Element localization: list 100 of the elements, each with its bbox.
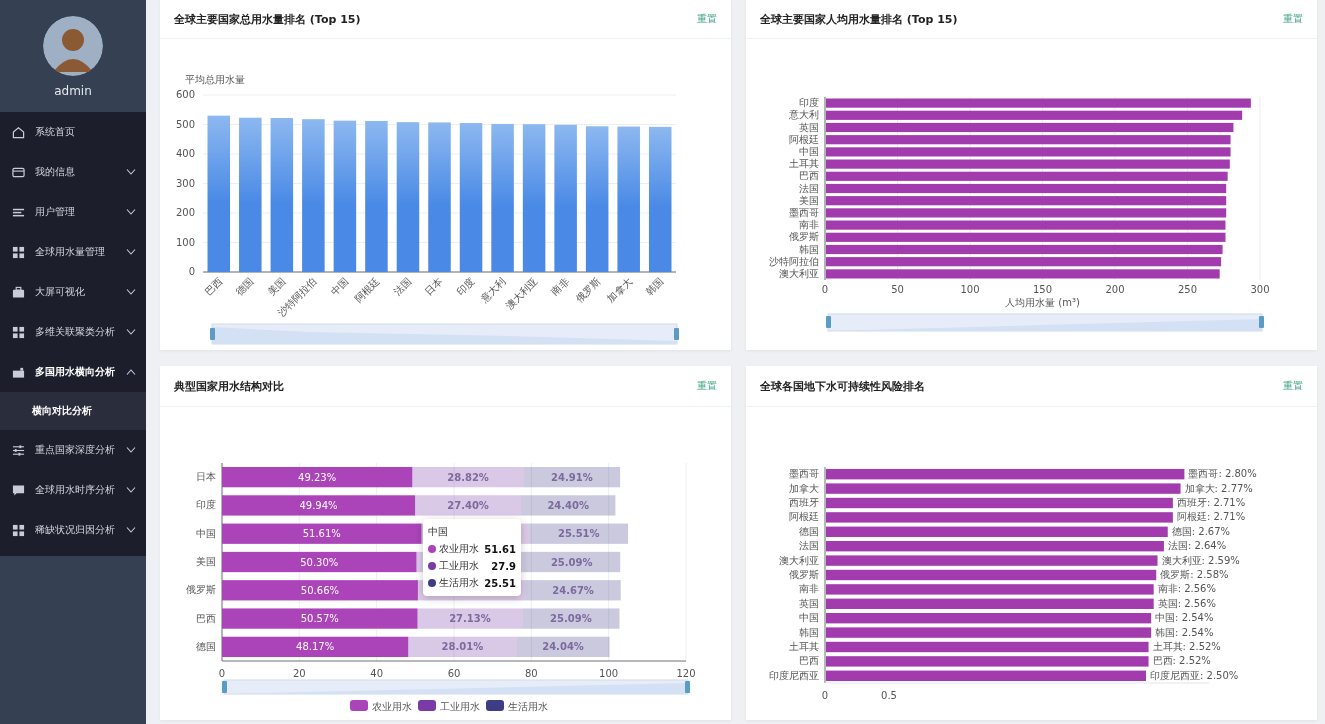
category-label: 沙特阿拉伯 bbox=[769, 255, 819, 267]
tick-label: 0.5 bbox=[881, 690, 897, 701]
category-label: 德国 bbox=[196, 640, 216, 652]
category-label: 中国 bbox=[196, 527, 216, 539]
category-label: 中国 bbox=[799, 612, 819, 624]
value-label: 24.67% bbox=[552, 584, 594, 596]
value-label: 德国: 2.67% bbox=[1171, 525, 1231, 537]
value-label: 28.01% bbox=[441, 641, 484, 653]
value-label: 24.04% bbox=[542, 641, 584, 653]
tooltip-value: 25.51 bbox=[484, 577, 516, 589]
value-label: 土耳其: 2.52% bbox=[1152, 641, 1221, 652]
value-label: 澳大利亚: 2.59% bbox=[1161, 554, 1240, 566]
category-label: 西班牙 bbox=[789, 497, 819, 508]
tick-label: 300 bbox=[1250, 284, 1270, 295]
tick-label: 600 bbox=[175, 89, 195, 100]
category-label: 美国 bbox=[265, 275, 288, 298]
value-label: 49.23% bbox=[298, 471, 337, 483]
value-label: 中国: 2.54% bbox=[1155, 612, 1214, 624]
tooltip-label: 工业用水 bbox=[439, 559, 480, 573]
value-label: 法国: 2.64% bbox=[1167, 540, 1227, 552]
category-label: 俄罗斯 bbox=[573, 275, 603, 305]
category-label: 土耳其 bbox=[789, 641, 819, 652]
tick-label: 0 bbox=[188, 266, 195, 277]
value-label: 28.82% bbox=[447, 471, 489, 483]
category-label: 巴西 bbox=[799, 655, 819, 667]
category-label: 阿根廷 bbox=[789, 511, 819, 523]
category-label: 澳大利亚 bbox=[779, 267, 819, 279]
tick-label: 500 bbox=[175, 118, 195, 130]
tick-label: 100 bbox=[960, 284, 980, 295]
category-label: 中国 bbox=[799, 145, 819, 157]
value-label: 50.66% bbox=[300, 584, 339, 596]
category-label: 巴西 bbox=[799, 170, 819, 182]
category-label: 英国 bbox=[799, 597, 819, 609]
category-label: 英国 bbox=[799, 121, 819, 133]
category-label: 阿根廷 bbox=[352, 275, 382, 305]
tooltip-value: 51.61 bbox=[484, 543, 516, 555]
category-label: 法国 bbox=[799, 182, 819, 194]
tooltip-value: 27.9 bbox=[491, 560, 516, 572]
value-label: 加拿大: 2.77% bbox=[1184, 482, 1253, 494]
category-label: 南非 bbox=[549, 275, 572, 298]
category-label: 澳大利亚 bbox=[779, 554, 819, 566]
category-label: 南非 bbox=[799, 219, 819, 231]
card-title: 典型国家用水结构对比 bbox=[174, 378, 284, 394]
category-label: 印度 bbox=[454, 275, 477, 298]
value-label: 25.09% bbox=[550, 556, 593, 568]
value-label: 24.40% bbox=[547, 499, 590, 511]
category-label: 俄罗斯 bbox=[789, 231, 819, 243]
category-label: 俄罗斯 bbox=[186, 584, 216, 596]
category-label: 意大利 bbox=[789, 109, 819, 121]
tooltip-title: 中国 bbox=[428, 525, 449, 539]
category-label: 日本 bbox=[196, 471, 216, 483]
tick-label: 0 bbox=[821, 690, 829, 701]
category-label: 韩国 bbox=[799, 626, 819, 638]
category-label: 印度 bbox=[799, 97, 819, 109]
value-label: 49.94% bbox=[299, 499, 338, 511]
value-label: 南非: 2.56% bbox=[1157, 583, 1216, 595]
category-label: 南非 bbox=[799, 583, 819, 595]
tick-label: 200 bbox=[1105, 284, 1125, 295]
value-label: 48.17% bbox=[296, 641, 335, 653]
value-label: 51.61% bbox=[302, 528, 341, 540]
tick-label: 20 bbox=[292, 668, 306, 679]
category-label: 韩国 bbox=[799, 243, 819, 255]
category-label: 加拿大 bbox=[789, 482, 819, 494]
value-label: 西班牙: 2.71% bbox=[1176, 497, 1246, 508]
tick-label: 0 bbox=[218, 668, 226, 679]
category-label: 阿根廷 bbox=[789, 133, 819, 145]
tick-label: 250 bbox=[1177, 284, 1198, 295]
tick-label: 40 bbox=[370, 668, 384, 679]
value-label: 印度尼西亚: 2.50% bbox=[1150, 669, 1239, 681]
card-title: 全球主要国家人均用水量排名 (Top 15) bbox=[760, 11, 958, 27]
category-label: 德国 bbox=[233, 275, 256, 298]
category-label: 印度尼西亚 bbox=[769, 669, 819, 681]
tick-label: 80 bbox=[524, 668, 538, 679]
tick-label: 100 bbox=[599, 668, 619, 679]
category-label: 俄罗斯 bbox=[789, 569, 819, 580]
tick-label: 60 bbox=[447, 668, 461, 679]
value-label: 50.57% bbox=[300, 613, 339, 625]
tick-label: 400 bbox=[175, 148, 195, 159]
category-label: 法国 bbox=[391, 275, 414, 298]
value-label: 墨西哥: 2.80% bbox=[1188, 468, 1257, 480]
tick-label: 150 bbox=[1032, 284, 1053, 295]
category-label: 巴西 bbox=[202, 275, 225, 298]
value-label: 英国: 2.56% bbox=[1157, 597, 1216, 609]
category-label: 日本 bbox=[423, 275, 445, 298]
category-label: 土耳其 bbox=[789, 158, 819, 170]
tick-label: 300 bbox=[175, 177, 195, 189]
category-label: 巴西 bbox=[196, 612, 216, 624]
value-label: 25.51% bbox=[557, 528, 600, 540]
tick-label: 0 bbox=[821, 284, 829, 295]
category-label: 德国 bbox=[799, 525, 819, 537]
category-label: 加拿大 bbox=[605, 275, 635, 305]
tooltip-label: 生活用水 bbox=[439, 576, 480, 590]
category-label: 墨西哥 bbox=[789, 468, 819, 480]
value-label: 27.40% bbox=[447, 499, 489, 511]
category-label: 中国 bbox=[328, 275, 351, 298]
card-title: 全球各国地下水可持续性风险排名 bbox=[760, 378, 925, 394]
tick-label: 200 bbox=[175, 207, 195, 218]
category-label: 韩国 bbox=[643, 275, 666, 298]
tick-label: 120 bbox=[676, 668, 696, 679]
value-label: 24.91% bbox=[551, 471, 593, 483]
